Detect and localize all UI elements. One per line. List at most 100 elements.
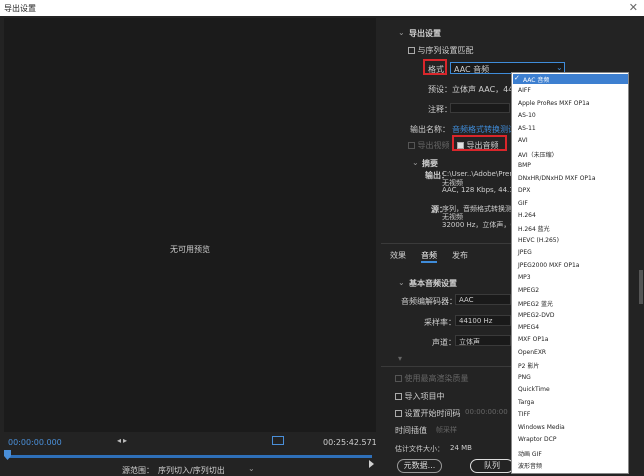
out-point-marker[interactable] <box>369 460 374 468</box>
metadata-button[interactable]: 元数据... <box>397 459 442 473</box>
export-audio-row[interactable]: 导出音频 <box>457 140 499 151</box>
import-project-label: 导入项目中 <box>404 392 445 401</box>
source-range-select[interactable]: 序列切入/序列切出 <box>158 465 225 476</box>
format-option[interactable]: AIFF <box>518 87 531 94</box>
format-dropdown-list: ✓ AAC 音频 AIFF Apple ProRes MXF OP1a AS-10 AS… <box>511 72 629 474</box>
format-option[interactable]: H.264 <box>518 212 536 219</box>
format-option[interactable]: DNxHR/DNxHD MXF OP1a <box>518 175 596 182</box>
format-option[interactable]: AS-11 <box>518 125 536 132</box>
collapse-chevron-icon[interactable]: ⌄ <box>398 278 405 287</box>
tab-audio[interactable]: 音频 <box>421 250 437 261</box>
source-summary-audio: 32000 Hz，立体声，0 <box>442 221 515 229</box>
format-option[interactable]: JPEG <box>518 249 532 256</box>
export-video-label: 导出视频 <box>417 141 450 150</box>
panel-scrollbar[interactable] <box>639 270 643 304</box>
match-sequence-checkbox[interactable] <box>408 47 415 54</box>
close-icon[interactable]: ✕ <box>629 1 638 14</box>
comment-label: 注释： <box>428 105 452 114</box>
chevron-down-icon: ⌄ <box>556 63 563 72</box>
format-option[interactable]: AAC 音频 <box>523 75 549 84</box>
channels-label: 声道： <box>432 338 456 347</box>
max-render-row[interactable]: 使用最高渲染质量 <box>395 373 469 384</box>
tabs-divider <box>381 243 511 244</box>
format-option[interactable]: DPX <box>518 187 530 194</box>
format-option[interactable]: MPEG2 蓝光 <box>518 299 553 308</box>
format-option[interactable]: AVI <box>518 137 528 144</box>
format-option[interactable]: MP3 <box>518 274 531 281</box>
playhead-handle[interactable] <box>4 450 11 460</box>
max-render-checkbox[interactable] <box>395 375 402 382</box>
import-project-checkbox[interactable] <box>395 393 402 400</box>
tab-audio-underline <box>421 261 437 263</box>
file-size-label: 估计文件大小： <box>395 445 444 453</box>
format-option[interactable]: TIFF <box>518 411 530 418</box>
match-sequence-row[interactable]: 与序列设置匹配 <box>408 45 474 56</box>
format-option[interactable]: AVI（未压缩） <box>518 150 558 159</box>
format-option[interactable]: 动画 GIF <box>518 449 542 458</box>
format-option[interactable]: Wraptor DCP <box>518 436 556 443</box>
codec-select[interactable]: AAC <box>455 294 511 305</box>
collapse-chevron-icon[interactable]: ⌄ <box>412 158 419 167</box>
format-option[interactable]: Targa <box>518 399 534 406</box>
time-interpolation-label: 时间插值 <box>395 426 427 435</box>
queue-button[interactable]: 队列 <box>470 459 514 473</box>
export-audio-checkbox[interactable] <box>457 142 464 149</box>
import-project-row[interactable]: 导入项目中 <box>395 391 445 402</box>
file-size-value: 24 MB <box>450 444 472 452</box>
codec-label: 音频编解码器： <box>401 297 457 306</box>
format-option[interactable]: P2 影片 <box>518 361 539 370</box>
format-option[interactable]: HEVC (H.265) <box>518 237 559 244</box>
chevron-down-icon[interactable]: ⌄ <box>248 464 255 473</box>
fit-icon[interactable] <box>272 436 284 445</box>
export-video-checkbox[interactable] <box>408 142 415 149</box>
format-option[interactable]: MXF OP1a <box>518 336 548 343</box>
in-out-arrows-icon[interactable]: ◂▸ <box>117 436 129 445</box>
format-label-highlight <box>423 59 447 75</box>
format-option[interactable]: AS-10 <box>518 112 536 119</box>
format-option[interactable]: OpenEXR <box>518 349 546 356</box>
format-option[interactable]: Windows Media <box>518 424 565 431</box>
collapse-chevron-icon[interactable]: ⌄ <box>398 28 405 37</box>
export-settings-title: 导出设置 <box>409 29 441 38</box>
time-interpolation-select[interactable]: 帧采样 <box>436 425 457 435</box>
format-option[interactable]: JPEG2000 MXF OP1a <box>518 262 580 269</box>
check-icon: ✓ <box>514 74 520 82</box>
format-option[interactable]: BMP <box>518 162 531 169</box>
no-preview-label: 无可用预览 <box>170 245 210 254</box>
start-timecode-value[interactable]: 00:00:00:00 <box>465 408 508 416</box>
start-timecode-checkbox[interactable] <box>395 410 402 417</box>
preset-select[interactable]: 立体声 AAC，441 <box>452 84 518 95</box>
tab-publish[interactable]: 发布 <box>452 250 468 261</box>
format-select-value: AAC 音频 <box>454 65 490 74</box>
basic-audio-title: 基本音频设置 <box>409 279 457 288</box>
samplerate-select[interactable]: 44100 Hz <box>455 315 511 326</box>
timeline-bar[interactable] <box>6 455 372 458</box>
format-option[interactable]: PNG <box>518 374 531 381</box>
start-timecode-row[interactable]: 设置开始时间码 <box>395 408 461 419</box>
channels-value: 立体声 <box>459 338 480 346</box>
preview-panel: 无可用预览 <box>4 18 376 432</box>
window-title-bar: 导出设置 ✕ <box>0 0 644 16</box>
export-video-row[interactable]: 导出视频 <box>408 140 450 151</box>
samplerate-label: 采样率： <box>424 318 456 327</box>
format-option[interactable]: H.264 蓝光 <box>518 224 550 233</box>
summary-title: 摘要 <box>422 159 438 168</box>
window-title: 导出设置 <box>4 4 36 13</box>
output-name-label: 输出名称： <box>410 125 450 134</box>
collapse-chevron-icon[interactable]: ▾ <box>398 354 402 363</box>
format-option[interactable]: GIF <box>518 200 528 207</box>
start-timecode-label: 设置开始时间码 <box>404 409 461 418</box>
output-name-link[interactable]: 音频格式转换测试 <box>452 124 516 135</box>
preset-label: 预设： <box>428 85 452 94</box>
format-option[interactable]: Apple ProRes MXF OP1a <box>518 100 590 107</box>
format-option[interactable]: MPEG2 <box>518 287 539 294</box>
channels-select[interactable]: 立体声 <box>455 335 511 346</box>
tab-effects[interactable]: 效果 <box>390 250 406 261</box>
format-option[interactable]: QuickTime <box>518 386 550 393</box>
format-option[interactable]: 波形音频 <box>518 461 542 470</box>
match-sequence-label: 与序列设置匹配 <box>417 46 474 55</box>
comment-input[interactable] <box>450 103 510 113</box>
format-option[interactable]: MPEG2-DVD <box>518 312 554 319</box>
timecode-start[interactable]: 00:00:00.000 <box>8 438 62 447</box>
format-option[interactable]: MPEG4 <box>518 324 539 331</box>
